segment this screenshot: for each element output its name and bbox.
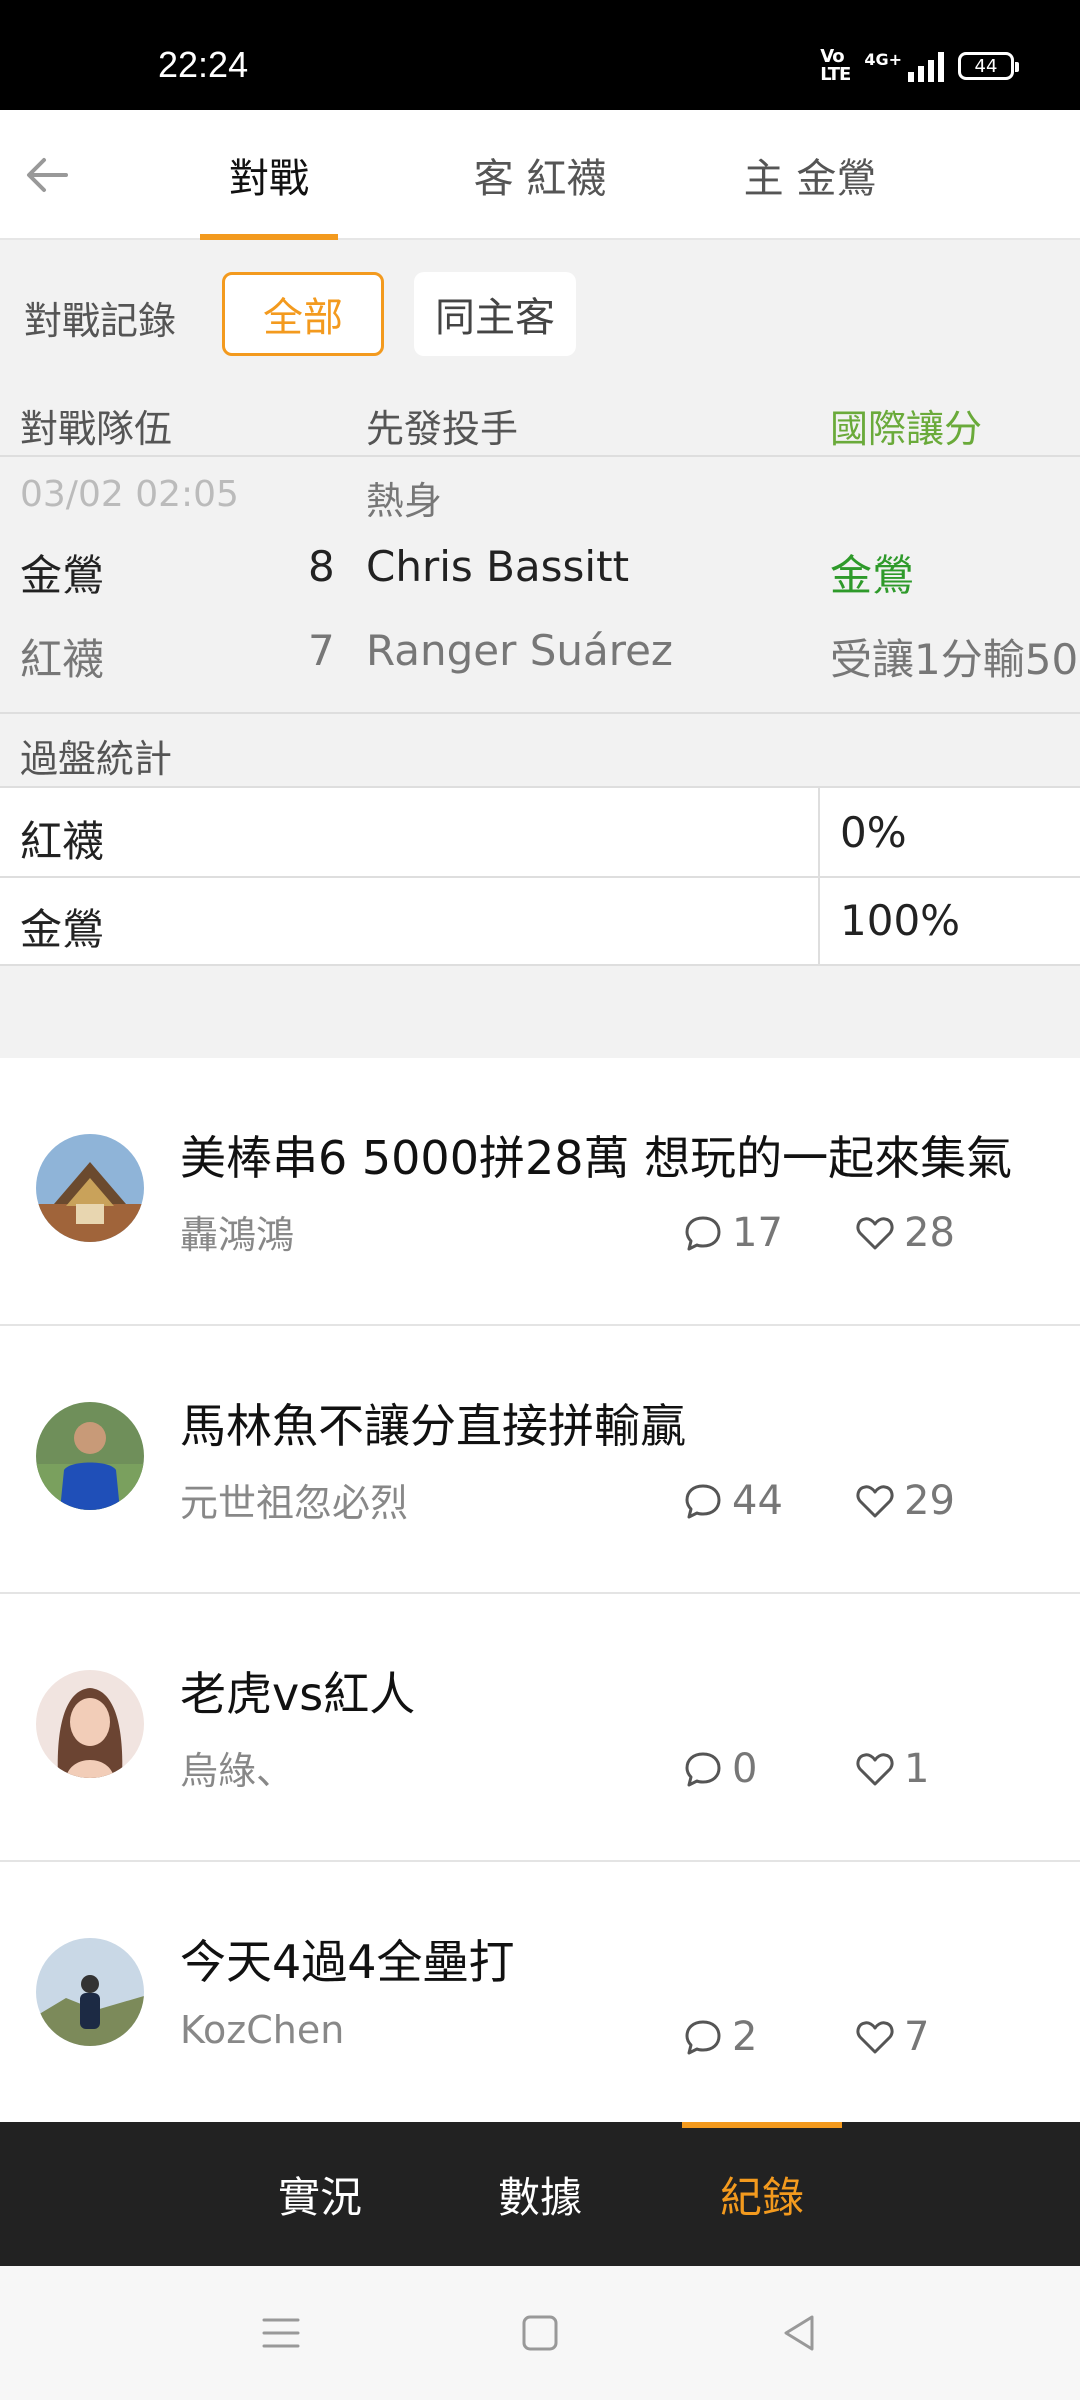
tab-records[interactable]: 紀錄 — [692, 2122, 832, 2266]
divider — [818, 788, 820, 876]
tab-away-team[interactable]: 客 紅襪 — [450, 110, 630, 240]
stats-team: 紅襪 — [20, 817, 105, 866]
system-icons: Vo LTE 4G+ 44 — [820, 46, 1019, 85]
away-starting-pitcher: Ranger Suárez — [366, 626, 673, 675]
stats-row: 紅襪 0% — [0, 788, 1080, 876]
system-nav-bar — [0, 2266, 1080, 2400]
post-author: 烏綠、 — [180, 1749, 295, 1793]
volte-icon: Vo LTE — [820, 46, 851, 85]
handicap-stats-title: 過盤統計 — [20, 737, 173, 781]
home-icon[interactable] — [517, 2310, 563, 2356]
clock: 22:24 — [158, 44, 249, 85]
like-count[interactable]: 29 — [854, 1478, 955, 1524]
comment-count[interactable]: 17 — [682, 1210, 783, 1256]
post-author: KozChen — [180, 2008, 345, 2052]
home-starting-pitcher: Chris Bassitt — [366, 542, 630, 591]
comment-count[interactable]: 0 — [682, 1746, 757, 1792]
back-icon[interactable] — [776, 2310, 822, 2356]
tab-live[interactable]: 實況 — [250, 2122, 390, 2266]
like-count[interactable]: 28 — [854, 1210, 955, 1256]
home-team-name: 金鶯 — [20, 551, 105, 600]
game-datetime: 03/02 02:05 — [20, 474, 239, 515]
away-team-name: 紅襪 — [20, 635, 105, 684]
divider — [0, 964, 1080, 966]
stats-team: 金鶯 — [20, 905, 105, 954]
tab-stats[interactable]: 數據 — [470, 2122, 610, 2266]
battery-icon: 44 — [958, 52, 1019, 80]
post-title: 馬林魚不讓分直接拼輸贏 — [180, 1399, 686, 1453]
avatar — [36, 1134, 144, 1242]
handicap-result: 受讓1分輸50 — [830, 635, 1079, 684]
post-title: 老虎vs紅人 — [180, 1667, 416, 1721]
stats-value: 100% — [840, 896, 961, 945]
bottom-tab-bar: 實況 數據 紀錄 — [0, 2122, 1080, 2266]
back-arrow-icon[interactable] — [22, 150, 72, 200]
column-header-teams: 對戰隊伍 — [20, 407, 173, 451]
tab-home-team[interactable]: 主 金鶯 — [720, 110, 900, 240]
match-header: 對戰 客 紅襪 主 金鶯 — [0, 110, 1080, 240]
column-header-handicap: 國際讓分 — [830, 407, 983, 451]
like-count[interactable]: 1 — [854, 1746, 929, 1792]
comment-icon — [685, 1752, 721, 1787]
list-item[interactable]: 馬林魚不讓分直接拼輸贏 元世祖忽必烈 44 29 — [0, 1326, 1080, 1594]
away-team-score: 7 — [308, 626, 335, 675]
heart-icon — [856, 2021, 894, 2054]
handicap-winner: 金鶯 — [830, 551, 915, 600]
divider — [818, 878, 820, 966]
column-header-pitchers: 先發投手 — [366, 407, 519, 451]
comment-count[interactable]: 2 — [682, 2014, 757, 2060]
post-title: 美棒串6 5000拼28萬 想玩的一起來集氣 — [180, 1131, 1013, 1185]
avatar — [36, 1938, 144, 2046]
home-team-score: 8 — [308, 542, 335, 591]
list-item[interactable]: 今天4過4全壘打 KozChen 2 7 — [0, 1862, 1080, 2130]
heart-icon — [856, 1485, 894, 1518]
stats-value: 0% — [840, 808, 907, 857]
post-author: 元世祖忽必烈 — [180, 1481, 409, 1525]
like-count[interactable]: 7 — [854, 2014, 929, 2060]
divider — [0, 455, 1080, 457]
list-item[interactable]: 美棒串6 5000拼28萬 想玩的一起來集氣 轟鴻鴻 17 28 — [0, 1058, 1080, 1326]
heart-icon — [856, 1217, 894, 1250]
divider — [0, 712, 1080, 714]
records-filter-label: 對戰記錄 — [24, 299, 177, 343]
post-title: 今天4過4全壘打 — [180, 1935, 515, 1989]
status-bar: 22:24 Vo LTE 4G+ 44 — [0, 0, 1080, 110]
stats-row: 金鶯 100% — [0, 878, 1080, 966]
comment-icon — [685, 1484, 721, 1519]
avatar — [36, 1402, 144, 1510]
signal-icon: 4G+ — [864, 50, 944, 82]
menu-icon[interactable] — [258, 2310, 304, 2356]
post-author: 轟鴻鴻 — [180, 1213, 295, 1257]
list-item[interactable]: 老虎vs紅人 烏綠、 0 1 — [0, 1594, 1080, 1862]
avatar — [36, 1670, 144, 1778]
comment-icon — [685, 1216, 721, 1251]
filter-all-button[interactable]: 全部 — [222, 272, 384, 356]
heart-icon — [856, 1753, 894, 1786]
filter-same-home-away-button[interactable]: 同主客 — [414, 272, 576, 356]
comment-count[interactable]: 44 — [682, 1478, 783, 1524]
tab-head-to-head[interactable]: 對戰 — [200, 110, 338, 240]
comment-icon — [685, 2020, 721, 2055]
game-type: 熱身 — [366, 479, 443, 523]
